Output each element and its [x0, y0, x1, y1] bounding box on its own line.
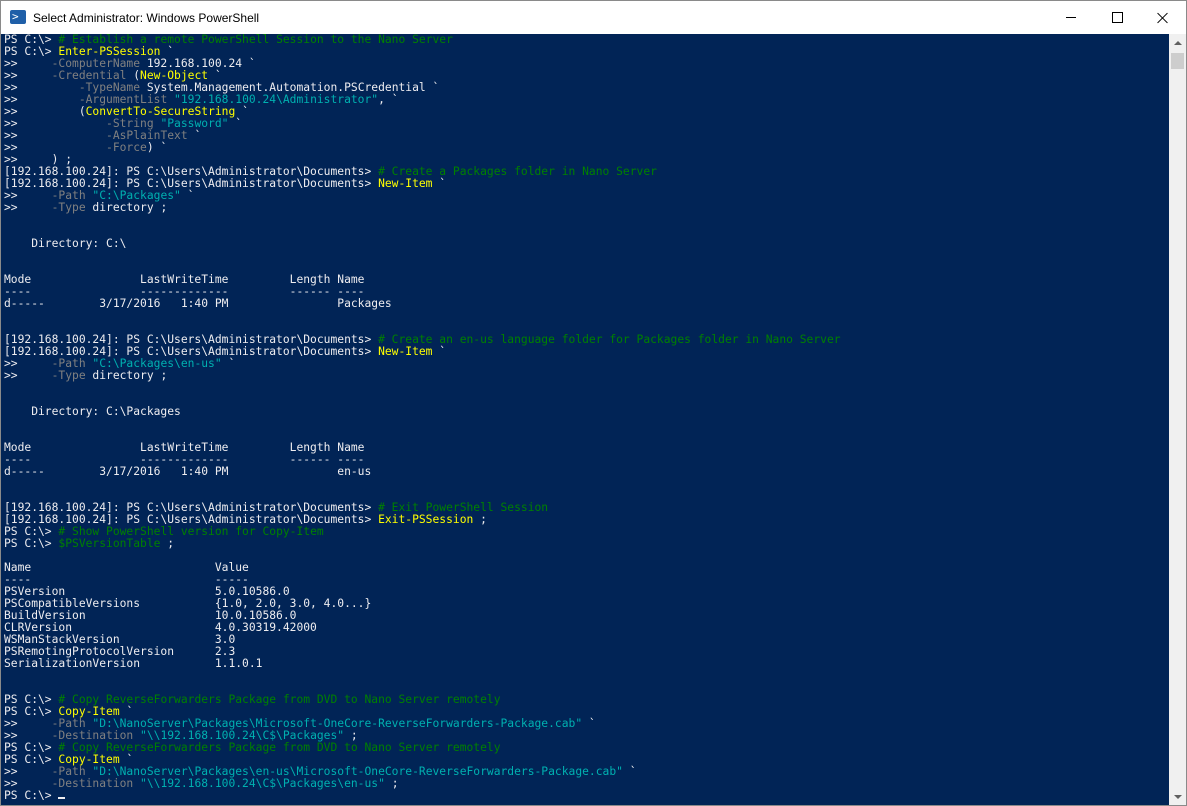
console-segment: `: [228, 117, 243, 130]
title-bar[interactable]: > Select Administrator: Windows PowerShe…: [1, 1, 1186, 34]
console-line: PS C:\> # Copy ReverseForwarders Package…: [4, 694, 1169, 706]
powershell-window: > Select Administrator: Windows PowerShe…: [0, 0, 1187, 806]
console-segment: # Create an en-us language folder for Pa…: [378, 333, 841, 346]
console-segment: `: [432, 177, 447, 190]
console-line: PS C:\>: [4, 790, 1169, 802]
console-line: >> -Force) `: [4, 142, 1169, 154]
console-segment: `: [432, 345, 447, 358]
scroll-down-button[interactable]: [1169, 788, 1186, 805]
console-segment: SerializationVersion 1.1.0.1: [4, 657, 263, 670]
close-button[interactable]: [1140, 1, 1186, 34]
console-line: Directory: C:\Packages: [4, 406, 1169, 418]
console-line: >> -Type directory ;: [4, 370, 1169, 382]
powershell-icon[interactable]: >: [10, 10, 26, 24]
maximize-icon: [1111, 12, 1123, 23]
console-line: >> -Path "C:\Packages\en-us" `: [4, 358, 1169, 370]
console-segment: Directory: C:\Packages: [4, 405, 181, 418]
console-segment: ) `: [146, 141, 168, 154]
console-segment: >>: [4, 369, 52, 382]
console-segment: ;: [384, 777, 399, 790]
console-segment: Exit-PSSession: [378, 513, 474, 526]
console-segment: Directory: C:\: [4, 237, 127, 250]
console-text[interactable]: PS C:\> # Establish a remote PowerShell …: [2, 34, 1169, 802]
console-segment: , `: [378, 93, 399, 106]
console-segment: -Destination: [51, 777, 134, 790]
console-segment: directory ;: [85, 201, 168, 214]
console-line: >> -AsPlainText `: [4, 130, 1169, 142]
console-segment: New-Item: [378, 345, 433, 358]
console-line: Directory: C:\: [4, 238, 1169, 250]
text-cursor: [58, 797, 66, 799]
console-segment: $PSVersionTable: [58, 537, 161, 550]
console-line: SerializationVersion 1.1.0.1: [4, 658, 1169, 670]
console-segment: `: [187, 129, 202, 142]
console-segment: `: [180, 189, 195, 202]
arrow-down-icon: [1173, 794, 1182, 799]
console-segment: -Type: [51, 201, 86, 214]
maximize-button[interactable]: [1094, 1, 1140, 34]
console-line: >> -Type directory ;: [4, 202, 1169, 214]
window-title: Select Administrator: Windows PowerShell: [33, 11, 260, 25]
console-segment: d----- 3/17/2016 1:40 PM Packages: [4, 297, 392, 310]
console-line: PS C:\> $PSVersionTable ;: [4, 538, 1169, 550]
minimize-button[interactable]: [1048, 1, 1094, 34]
console-line: >> -Path "C:\Packages" `: [4, 190, 1169, 202]
console-segment: directory ;: [85, 369, 168, 382]
minimize-icon: [1066, 17, 1076, 18]
console-line: PS C:\> # Establish a remote PowerShell …: [4, 34, 1169, 46]
console-segment: New-Item: [378, 177, 433, 190]
console-line: PS C:\> # Copy ReverseForwarders Package…: [4, 742, 1169, 754]
console-segment: PS C:\>: [4, 537, 59, 550]
console-segment: ;: [160, 537, 175, 550]
console-segment: `: [582, 717, 596, 730]
scroll-up-button[interactable]: [1169, 34, 1186, 51]
console-segment: `: [221, 357, 236, 370]
console-segment: `: [622, 765, 637, 778]
console-segment: -Force: [106, 141, 147, 154]
close-icon: [1157, 12, 1169, 24]
console-line: PS C:\> # Show PowerShell version for Co…: [4, 526, 1169, 538]
console-segment: >>: [4, 201, 52, 214]
arrow-up-icon: [1173, 40, 1182, 45]
console-segment: -Type: [51, 369, 86, 382]
console-line: >> -Destination "\\192.168.100.24\C$\Pac…: [4, 778, 1169, 790]
vertical-scrollbar[interactable]: [1169, 34, 1186, 805]
scrollbar-thumb[interactable]: [1171, 53, 1184, 69]
console-segment: "\\192.168.100.24\C$\Packages\en-us": [133, 777, 385, 790]
console-segment: d----- 3/17/2016 1:40 PM en-us: [4, 465, 372, 478]
console-output[interactable]: PS C:\> # Establish a remote PowerShell …: [2, 34, 1169, 805]
console-line: d----- 3/17/2016 1:40 PM Packages: [4, 298, 1169, 310]
console-line: d----- 3/17/2016 1:40 PM en-us: [4, 466, 1169, 478]
console-segment: ;: [473, 513, 487, 526]
console-segment: PS C:\>: [4, 789, 59, 802]
